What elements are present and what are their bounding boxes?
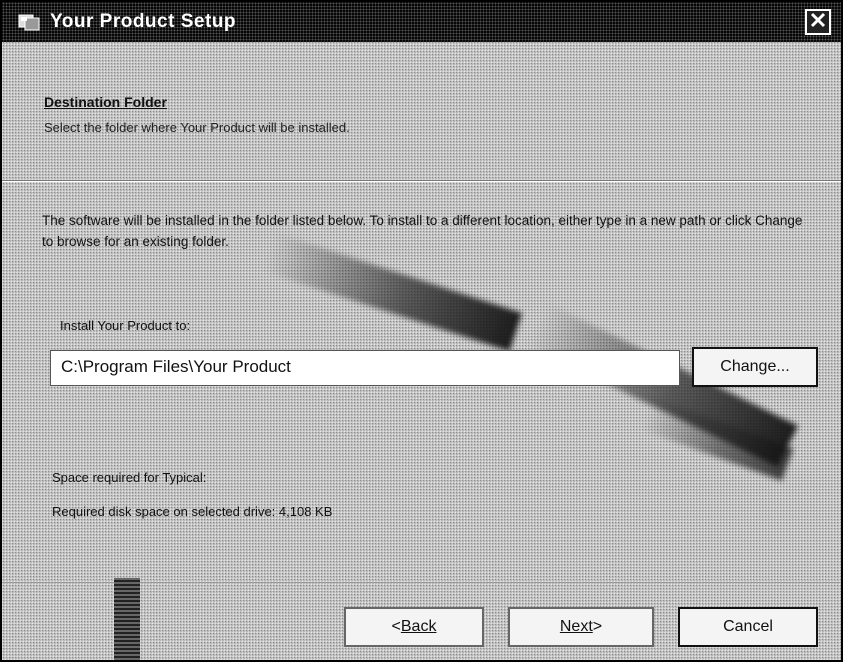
setup-window: Your Product Setup Destination Folder Se… [0,0,843,662]
back-label: Back [400,618,437,635]
install-path-field[interactable]: C:\Program Files\Your Product [50,350,680,386]
next-suffix: > [592,618,603,635]
cancel-button[interactable]: Cancel [678,607,818,647]
header-divider [2,180,841,182]
window-title: Your Product Setup [50,11,236,32]
background-post [114,578,140,660]
space-required-label: Space required for Typical: [52,470,207,485]
back-button[interactable]: < Back [344,607,484,647]
instructions-text: The software will be installed in the fo… [42,213,803,249]
space-required-value: Required disk space on selected drive: 4… [52,504,333,519]
change-button[interactable]: Change... [692,347,818,387]
title-bar[interactable]: Your Product Setup [2,2,841,42]
setup-icon [18,12,40,32]
close-button[interactable] [805,9,831,35]
close-icon [810,12,826,33]
page-title: Destination Folder [44,94,167,110]
next-button[interactable]: Next > [508,607,654,647]
background-streak [640,397,794,481]
back-prefix: < [391,618,401,635]
page-subtitle: Select the folder where Your Product wil… [44,120,350,135]
install-path-label: Install Your Product to: [60,318,191,333]
next-label: Next [559,618,593,635]
